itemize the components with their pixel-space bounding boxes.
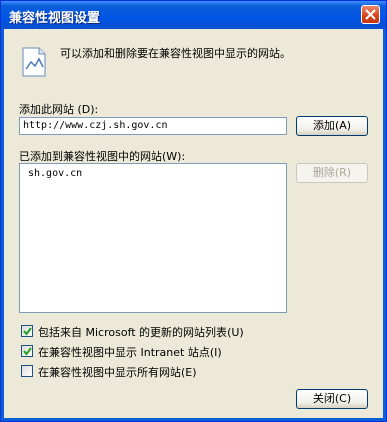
added-sites-label: 已添加到兼容性视图中的网站(W): <box>19 150 186 163</box>
title-bar[interactable]: 兼容性视图设置 <box>1 1 386 29</box>
intranet-checkbox[interactable] <box>21 345 33 357</box>
all-sites-label: 在兼容性视图中显示所有网站(E) <box>38 366 197 379</box>
compat-view-dialog: 兼容性视图设置 可以添加和删除要在兼容性视图中显示的网站。 添加此网站 (D):… <box>0 0 387 422</box>
close-button[interactable]: 关闭(C) <box>296 389 368 409</box>
add-site-input[interactable] <box>19 117 287 135</box>
check-icon <box>23 347 32 356</box>
close-window-button[interactable] <box>361 5 380 24</box>
add-site-label: 添加此网站 (D): <box>19 103 99 116</box>
add-site-field[interactable] <box>20 118 286 133</box>
added-sites-list[interactable]: sh.gov.cn <box>19 163 287 313</box>
include-ms-list-label: 包括来自 Microsoft 的更新的网站列表(U) <box>38 326 244 339</box>
intranet-label: 在兼容性视图中显示 Intranet 站点(I) <box>38 346 222 359</box>
page-settings-icon <box>22 47 46 77</box>
close-icon <box>365 9 376 20</box>
dialog-body: 可以添加和删除要在兼容性视图中显示的网站。 添加此网站 (D): 添加(A) 已… <box>4 29 383 418</box>
remove-button[interactable]: 删除(R) <box>296 163 368 183</box>
add-button[interactable]: 添加(A) <box>296 116 368 136</box>
include-ms-list-checkbox[interactable] <box>21 325 33 337</box>
list-item[interactable]: sh.gov.cn <box>28 168 82 179</box>
all-sites-checkbox[interactable] <box>21 365 33 377</box>
description-text: 可以添加和删除要在兼容性视图中显示的网站。 <box>60 47 291 60</box>
window-title: 兼容性视图设置 <box>9 11 101 26</box>
check-icon <box>23 327 32 336</box>
